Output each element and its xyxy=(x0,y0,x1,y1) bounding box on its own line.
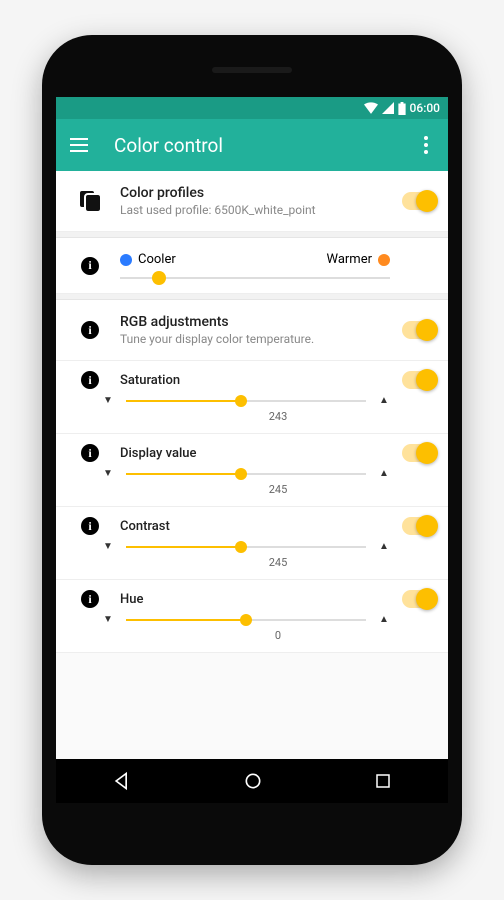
slider-track[interactable] xyxy=(126,400,366,402)
overflow-icon[interactable] xyxy=(418,130,434,160)
slider-toggle[interactable] xyxy=(402,371,436,389)
clock: 06:00 xyxy=(410,101,440,115)
phone-speaker xyxy=(212,67,292,73)
rgb-adjustments-row: i RGB adjustments Tune your display colo… xyxy=(56,300,448,361)
info-icon[interactable]: i xyxy=(81,371,99,389)
menu-icon[interactable] xyxy=(70,138,90,152)
cool-dot-icon xyxy=(120,254,132,266)
info-icon[interactable]: i xyxy=(81,444,99,462)
slider-toggle[interactable] xyxy=(402,517,436,535)
signal-icon xyxy=(382,102,394,114)
cool-label: Cooler xyxy=(120,252,176,267)
recent-icon[interactable] xyxy=(374,772,392,790)
temperature-thumb[interactable] xyxy=(152,271,166,285)
rgb-title: RGB adjustments xyxy=(120,314,390,330)
profiles-toggle[interactable] xyxy=(402,192,436,210)
profiles-icon xyxy=(80,191,100,211)
increment-button[interactable]: ▲ xyxy=(372,395,396,406)
slider-thumb[interactable] xyxy=(235,541,247,553)
battery-icon xyxy=(398,102,406,115)
slider-value: 0 xyxy=(70,629,436,642)
info-icon[interactable]: i xyxy=(81,321,99,339)
slider-row: i Display value▼ ▲ 245 xyxy=(56,434,448,507)
page-title: Color control xyxy=(114,134,418,157)
rgb-toggle[interactable] xyxy=(402,321,436,339)
screen: 06:00 Color control Color profiles Last … xyxy=(56,97,448,803)
info-icon[interactable]: i xyxy=(81,257,99,275)
wifi-icon xyxy=(364,102,378,114)
warm-label: Warmer xyxy=(327,252,391,267)
slider-track[interactable] xyxy=(126,619,366,621)
slider-row: i Saturation▼ ▲ 243 xyxy=(56,361,448,434)
slider-row: i Hue▼ ▲ 0 xyxy=(56,580,448,653)
increment-button[interactable]: ▲ xyxy=(372,541,396,552)
app-bar: Color control xyxy=(56,119,448,171)
profiles-title: Color profiles xyxy=(120,185,390,201)
temperature-slider[interactable] xyxy=(120,277,390,279)
slider-label: Saturation xyxy=(120,373,396,388)
info-icon[interactable]: i xyxy=(81,517,99,535)
home-icon[interactable] xyxy=(243,771,263,791)
slider-thumb[interactable] xyxy=(240,614,252,626)
slider-label: Contrast xyxy=(120,519,396,534)
content: Color profiles Last used profile: 6500K_… xyxy=(56,171,448,759)
profiles-subtitle: Last used profile: 6500K_white_point xyxy=(120,203,390,217)
info-icon[interactable]: i xyxy=(81,590,99,608)
decrement-button[interactable]: ▼ xyxy=(96,614,120,625)
increment-button[interactable]: ▲ xyxy=(372,468,396,479)
slider-track[interactable] xyxy=(126,546,366,548)
nav-bar xyxy=(56,759,448,803)
decrement-button[interactable]: ▼ xyxy=(96,468,120,479)
color-profiles-row[interactable]: Color profiles Last used profile: 6500K_… xyxy=(56,171,448,232)
warm-dot-icon xyxy=(378,254,390,266)
slider-value: 243 xyxy=(70,410,436,423)
phone-frame: 06:00 Color control Color profiles Last … xyxy=(42,35,462,865)
slider-value: 245 xyxy=(70,556,436,569)
slider-thumb[interactable] xyxy=(235,395,247,407)
slider-toggle[interactable] xyxy=(402,590,436,608)
slider-row: i Contrast▼ ▲ 245 xyxy=(56,507,448,580)
back-icon[interactable] xyxy=(112,771,132,791)
increment-button[interactable]: ▲ xyxy=(372,614,396,625)
slider-label: Display value xyxy=(120,446,396,461)
slider-thumb[interactable] xyxy=(235,468,247,480)
slider-label: Hue xyxy=(120,592,396,607)
rgb-subtitle: Tune your display color temperature. xyxy=(120,332,390,346)
decrement-button[interactable]: ▼ xyxy=(96,541,120,552)
slider-track[interactable] xyxy=(126,473,366,475)
slider-toggle[interactable] xyxy=(402,444,436,462)
temperature-row: i Cooler Warmer xyxy=(56,238,448,294)
status-bar: 06:00 xyxy=(56,97,448,119)
slider-value: 245 xyxy=(70,483,436,496)
decrement-button[interactable]: ▼ xyxy=(96,395,120,406)
